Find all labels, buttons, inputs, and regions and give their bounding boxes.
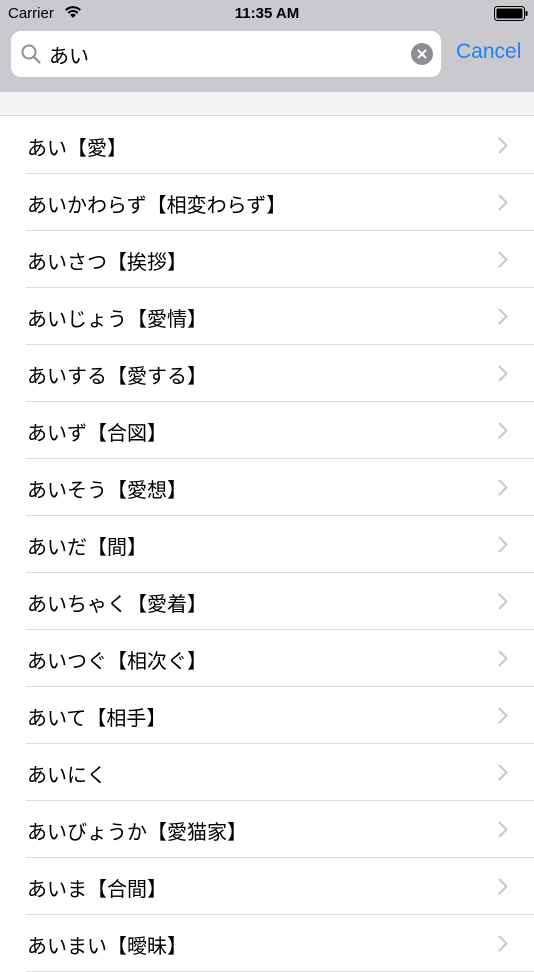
chevron-right-icon bbox=[498, 650, 508, 667]
chevron-right-icon bbox=[498, 308, 508, 325]
list-item-label: あいそう【愛想】 bbox=[27, 478, 187, 502]
list-item[interactable]: あい【愛】 bbox=[0, 117, 534, 174]
list-item-label: あいする【愛する】 bbox=[27, 364, 207, 388]
battery-icon bbox=[494, 6, 528, 21]
list-item-label: あいま【合間】 bbox=[27, 877, 167, 901]
list-item[interactable]: あいまい【曖昧】 bbox=[0, 915, 534, 972]
list-item-label: あいじょう【愛情】 bbox=[27, 307, 207, 331]
chevron-right-icon bbox=[498, 593, 508, 610]
results-list: あい【愛】 あいかわらず【相変わらず】 あいさつ【挨拶】 あいじょう【愛情】 あ… bbox=[0, 117, 534, 972]
list-item-label: あいかわらず【相変わらず】 bbox=[27, 193, 287, 217]
chevron-right-icon bbox=[498, 479, 508, 496]
list-item[interactable]: あいだ【間】 bbox=[0, 516, 534, 573]
list-item-label: あいびょうか【愛猫家】 bbox=[27, 820, 247, 844]
list-item[interactable]: あいさつ【挨拶】 bbox=[0, 231, 534, 288]
list-item-label: あいつぐ【相次ぐ】 bbox=[27, 649, 207, 673]
chevron-right-icon bbox=[498, 707, 508, 724]
list-item[interactable]: あいちゃく【愛着】 bbox=[0, 573, 534, 630]
search-header: Carrier 11:35 AM Cancel bbox=[0, 0, 534, 92]
clear-search-button[interactable] bbox=[411, 43, 433, 65]
status-time: 11:35 AM bbox=[234, 5, 300, 22]
chevron-right-icon bbox=[498, 365, 508, 382]
list-item[interactable]: あいにく bbox=[0, 744, 534, 801]
list-item[interactable]: あいかわらず【相変わらず】 bbox=[0, 174, 534, 231]
search-input[interactable] bbox=[49, 36, 399, 72]
list-item[interactable]: あいする【愛する】 bbox=[0, 345, 534, 402]
list-item[interactable]: あいびょうか【愛猫家】 bbox=[0, 801, 534, 858]
list-item[interactable]: あいそう【愛想】 bbox=[0, 459, 534, 516]
chevron-right-icon bbox=[498, 821, 508, 838]
clear-icon bbox=[417, 49, 427, 59]
list-item-label: あい【愛】 bbox=[27, 136, 127, 160]
status-bar: Carrier 11:35 AM bbox=[0, 0, 534, 28]
list-item[interactable]: あいて【相手】 bbox=[0, 687, 534, 744]
list-item-label: あいさつ【挨拶】 bbox=[27, 250, 187, 274]
chevron-right-icon bbox=[498, 194, 508, 211]
list-item-label: あいまい【曖昧】 bbox=[27, 934, 187, 958]
chevron-right-icon bbox=[498, 422, 508, 439]
search-icon bbox=[21, 44, 41, 64]
chevron-right-icon bbox=[498, 764, 508, 781]
chevron-right-icon bbox=[498, 137, 508, 154]
list-item-label: あいにく bbox=[27, 763, 107, 787]
list-item-label: あいず【合図】 bbox=[27, 421, 167, 445]
list-item-label: あいちゃく【愛着】 bbox=[27, 592, 207, 616]
list-item[interactable]: あいつぐ【相次ぐ】 bbox=[0, 630, 534, 687]
chevron-right-icon bbox=[498, 536, 508, 553]
list-item-label: あいて【相手】 bbox=[27, 706, 167, 730]
chevron-right-icon bbox=[498, 878, 508, 895]
chevron-right-icon bbox=[498, 935, 508, 952]
chevron-right-icon bbox=[498, 251, 508, 268]
list-item[interactable]: あいず【合図】 bbox=[0, 402, 534, 459]
section-header bbox=[0, 92, 534, 116]
list-item[interactable]: あいま【合間】 bbox=[0, 858, 534, 915]
list-item-label: あいだ【間】 bbox=[27, 535, 147, 559]
search-field[interactable] bbox=[11, 31, 441, 77]
list-item[interactable]: あいじょう【愛情】 bbox=[0, 288, 534, 345]
cancel-button[interactable]: Cancel bbox=[456, 40, 521, 64]
